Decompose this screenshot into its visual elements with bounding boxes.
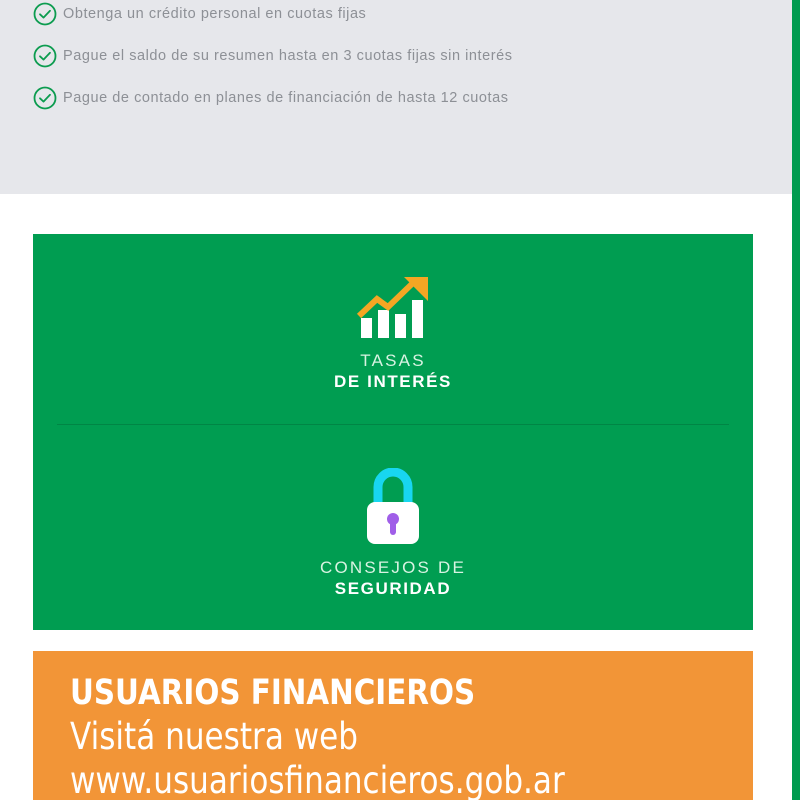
consejos-de-seguridad-link[interactable]: CONSEJOS DE SEGURIDAD — [33, 467, 753, 600]
feature-title-line1: CONSEJOS DE — [319, 558, 467, 577]
right-edge-strip — [792, 0, 800, 800]
benefit-text: Pague el saldo de su resumen hasta en 3 … — [63, 48, 513, 64]
usuarios-financieros-banner[interactable]: USUARIOS FINANCIEROS Visitá nuestra web … — [33, 651, 753, 802]
benefit-text: Pague de contado en planes de financiaci… — [63, 90, 509, 106]
benefit-text: Obtenga un crédito personal en cuotas fi… — [63, 6, 367, 22]
banner-url: www.usuariosfinancieros.gob.ar — [70, 759, 565, 802]
check-circle-icon — [33, 86, 57, 110]
divider — [57, 424, 729, 425]
benefits-section: Obtenga un crédito personal en cuotas fi… — [0, 0, 792, 194]
padlock-icon — [365, 467, 421, 549]
features-panel: TASAS DE INTERÉS CONSEJOS DE SEGURIDAD — [33, 234, 753, 630]
growth-chart-icon — [356, 276, 429, 343]
tasas-de-interes-link[interactable]: TASAS DE INTERÉS — [33, 276, 753, 393]
benefit-item: Obtenga un crédito personal en cuotas fi… — [33, 2, 366, 26]
feature-title-line2: DE INTERÉS — [333, 372, 453, 391]
banner-title: USUARIOS FINANCIEROS — [70, 673, 476, 713]
benefit-item: Pague el saldo de su resumen hasta en 3 … — [33, 44, 513, 68]
check-circle-icon — [33, 2, 57, 26]
feature-title-line2: SEGURIDAD — [334, 579, 452, 598]
check-circle-icon — [33, 44, 57, 68]
benefit-item: Pague de contado en planes de financiaci… — [33, 86, 509, 110]
feature-title-line1: TASAS — [360, 351, 426, 370]
banner-subtitle: Visitá nuestra web — [70, 715, 359, 758]
